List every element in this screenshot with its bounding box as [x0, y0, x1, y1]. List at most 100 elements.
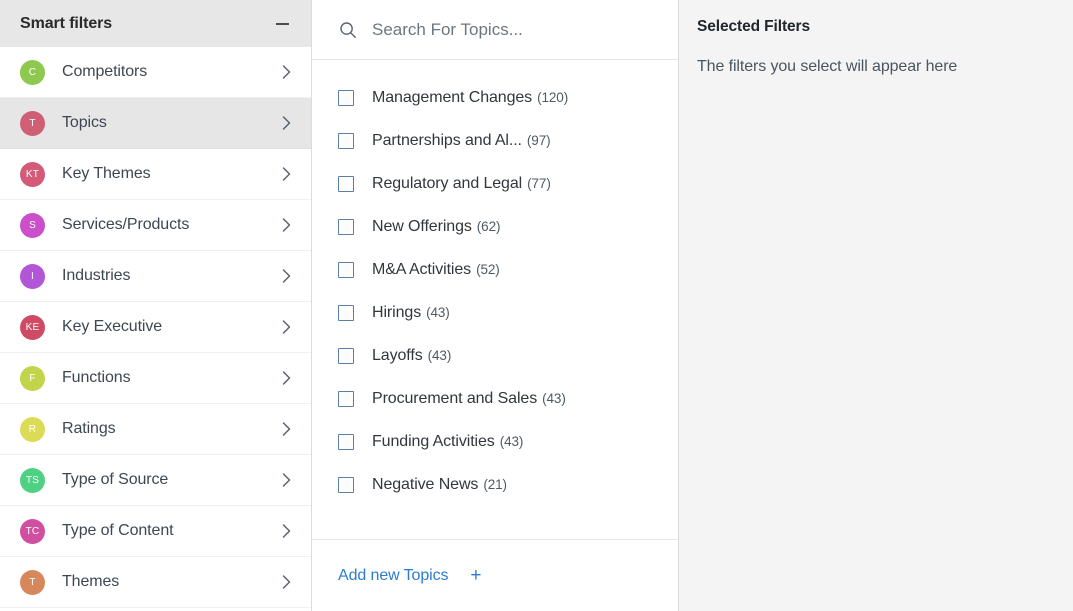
- sidebar-item-ratings[interactable]: R Ratings: [0, 404, 311, 455]
- topic-label: Partnerships and Al... (97): [372, 132, 551, 150]
- sidebar-header: Smart filters: [0, 0, 311, 47]
- topic-count: (43): [499, 433, 524, 449]
- topic-name: Funding Activities: [372, 432, 495, 450]
- topic-list-item[interactable]: Negative News (21): [312, 463, 678, 506]
- topic-checkbox[interactable]: [338, 390, 354, 407]
- topic-list-item[interactable]: New Offerings (62): [312, 205, 678, 248]
- add-new-topics-link[interactable]: Add new Topics: [338, 567, 448, 585]
- smart-filters-app: Smart filters C Competitors T Topics KT Key T…: [0, 0, 1073, 611]
- sidebar-item-key-executive[interactable]: KE Key Executive: [0, 302, 311, 353]
- sidebar-item-label: Key Themes: [62, 165, 151, 182]
- topic-list-item[interactable]: Management Changes (120): [312, 76, 678, 119]
- sidebar-item-label: Competitors: [62, 63, 148, 80]
- avatar: F: [20, 365, 45, 391]
- chevron-right-icon[interactable]: [279, 116, 293, 130]
- chevron-right-icon[interactable]: [279, 65, 293, 79]
- topic-list-item[interactable]: Funding Activities (43): [312, 420, 678, 463]
- minus-icon[interactable]: [271, 13, 293, 35]
- search-row: [312, 0, 678, 60]
- topic-count: (43): [427, 347, 452, 363]
- avatar: KE: [20, 314, 45, 340]
- topic-count: (52): [476, 261, 500, 277]
- topic-name: Procurement and Sales: [372, 389, 538, 407]
- topic-name: Layoffs: [372, 346, 423, 364]
- chevron-right-icon[interactable]: [279, 473, 293, 487]
- topic-name: New Offerings: [372, 217, 472, 235]
- topic-list-item[interactable]: Hirings (43): [312, 291, 678, 334]
- chevron-right-icon[interactable]: [279, 167, 293, 181]
- topic-name: Regulatory and Legal: [372, 174, 523, 192]
- chevron-right-icon[interactable]: [279, 575, 293, 589]
- topic-checkbox[interactable]: [338, 476, 354, 493]
- topic-label: Management Changes (120): [372, 89, 568, 107]
- topic-list-item[interactable]: Partnerships and Al... (97): [312, 119, 678, 162]
- avatar: TC: [20, 518, 45, 544]
- sidebar: Smart filters C Competitors T Topics KT Key T…: [0, 0, 312, 611]
- minus-icon-bar: [275, 22, 289, 25]
- topic-count: (62): [476, 218, 501, 234]
- topic-label: Negative News (21): [372, 476, 507, 494]
- topic-checkbox[interactable]: [338, 347, 354, 364]
- sidebar-item-industries[interactable]: I Industries: [0, 251, 311, 302]
- selected-filters-panel: Selected Filters The filters you select …: [679, 0, 1073, 611]
- sidebar-item-services-products[interactable]: S Services/Products: [0, 200, 311, 251]
- sidebar-title: Smart filters: [20, 14, 113, 32]
- selected-filters-empty-message: The filters you select will appear here: [697, 58, 958, 75]
- topic-checkbox[interactable]: [338, 175, 354, 192]
- topic-count: (77): [527, 175, 551, 191]
- topic-checkbox-list: Management Changes (120) Partnerships and …: [312, 60, 678, 539]
- topic-label: Regulatory and Legal (77): [372, 175, 551, 193]
- sidebar-item-label: Key Executive: [62, 318, 163, 335]
- topic-count: (43): [542, 390, 566, 406]
- sidebar-item-functions[interactable]: F Functions: [0, 353, 311, 404]
- chevron-right-icon[interactable]: [279, 422, 293, 436]
- topic-list-item[interactable]: Layoffs (43): [312, 334, 678, 377]
- chevron-right-icon[interactable]: [279, 371, 293, 385]
- sidebar-item-label: Services/Products: [62, 216, 190, 233]
- topic-checkbox[interactable]: [338, 132, 354, 149]
- topic-label: Layoffs (43): [372, 347, 451, 365]
- search-input[interactable]: [372, 19, 658, 40]
- sidebar-item-label: Themes: [62, 573, 120, 590]
- topic-checkbox[interactable]: [338, 261, 354, 278]
- topic-label: Procurement and Sales (43): [372, 390, 566, 408]
- topic-checkbox[interactable]: [338, 218, 354, 235]
- sidebar-item-label: Ratings: [62, 420, 116, 437]
- sidebar-item-label: Topics: [62, 114, 107, 131]
- sidebar-item-topics[interactable]: T Topics: [0, 98, 311, 149]
- topic-checkbox[interactable]: [338, 433, 354, 450]
- search-icon: [338, 20, 358, 40]
- avatar: R: [20, 416, 45, 442]
- topic-label: Funding Activities (43): [372, 433, 523, 451]
- sidebar-item-type-of-source[interactable]: TS Type of Source: [0, 455, 311, 506]
- chevron-right-icon[interactable]: [279, 524, 293, 538]
- chevron-right-icon[interactable]: [279, 269, 293, 283]
- topic-count: (120): [537, 89, 569, 105]
- sidebar-item-competitors[interactable]: C Competitors: [0, 47, 311, 98]
- sidebar-item-key-themes[interactable]: KT Key Themes: [0, 149, 311, 200]
- chevron-right-icon[interactable]: [279, 320, 293, 334]
- sidebar-item-label: Type of Content: [62, 522, 174, 539]
- topic-name: Partnerships and Al...: [372, 131, 522, 149]
- topic-label: New Offerings (62): [372, 218, 500, 236]
- plus-icon[interactable]: +: [470, 566, 481, 585]
- sidebar-item-themes[interactable]: T Themes: [0, 557, 311, 608]
- topic-checkbox[interactable]: [338, 89, 354, 106]
- add-new-topics-row: Add new Topics +: [312, 539, 678, 611]
- topic-count: (43): [426, 304, 450, 320]
- sidebar-item-label: Functions: [62, 369, 131, 386]
- topic-name: Hirings: [372, 303, 422, 321]
- topic-name: Negative News: [372, 475, 479, 493]
- chevron-right-icon[interactable]: [279, 218, 293, 232]
- topic-list-item[interactable]: M&A Activities (52): [312, 248, 678, 291]
- avatar: S: [20, 212, 45, 238]
- sidebar-item-list: C Competitors T Topics KT Key Themes S Services…: [0, 47, 311, 611]
- topic-list-item[interactable]: Regulatory and Legal (77): [312, 162, 678, 205]
- sidebar-item-label: Type of Source: [62, 471, 169, 488]
- topic-count: (21): [483, 476, 507, 492]
- sidebar-item-type-of-content[interactable]: TC Type of Content: [0, 506, 311, 557]
- topic-name: Management Changes: [372, 88, 533, 106]
- avatar: I: [20, 263, 45, 289]
- topic-checkbox[interactable]: [338, 304, 354, 321]
- topic-list-item[interactable]: Procurement and Sales (43): [312, 377, 678, 420]
